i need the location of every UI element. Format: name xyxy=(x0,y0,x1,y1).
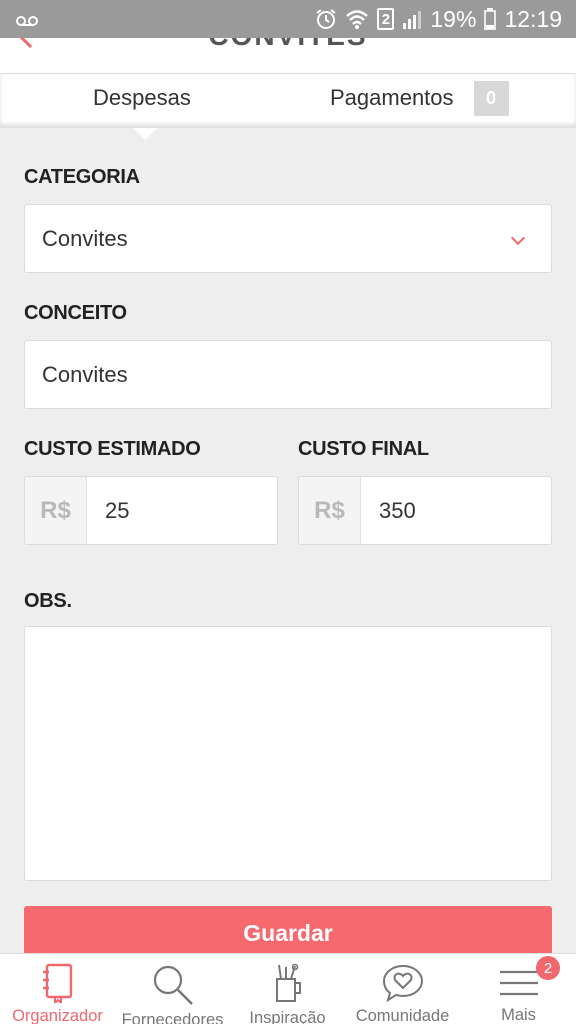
clock-time: 12:19 xyxy=(504,5,562,32)
conceito-value: Convites xyxy=(42,361,128,387)
categoria-value: Convites xyxy=(42,225,128,251)
voicemail-icon xyxy=(16,6,38,33)
custo-estimado-field[interactable]: R$ 25 xyxy=(24,476,278,545)
custo-estimado-label: CUSTO ESTIMADO xyxy=(24,438,201,460)
battery-percent: 19% xyxy=(430,5,477,32)
custo-final-label: CUSTO FINAL xyxy=(298,438,429,460)
wifi-icon xyxy=(345,8,369,30)
currency-prefix: R$ xyxy=(299,477,361,544)
status-bar: 2 19% 12:19 xyxy=(0,0,576,38)
tab-bar: Despesas Pagamentos 0 xyxy=(0,74,576,128)
active-tab-indicator xyxy=(133,128,157,140)
bottom-navigation: Organizador Fornecedores Inspiração Comu… xyxy=(0,953,576,1024)
notification-badge: 2 xyxy=(536,956,560,980)
menu-icon xyxy=(498,963,540,1002)
nav-mais[interactable]: Mais 2 xyxy=(461,954,576,1024)
nav-mais-label: Mais xyxy=(501,1006,536,1024)
custo-final-field[interactable]: R$ 350 xyxy=(298,476,552,545)
currency-prefix: R$ xyxy=(25,477,87,544)
nav-fornecedores[interactable]: Fornecedores xyxy=(115,954,230,1024)
conceito-input[interactable]: Convites xyxy=(24,340,552,409)
conceito-label: CONCEITO xyxy=(24,302,127,324)
tab-despesas-label: Despesas xyxy=(93,85,191,110)
nav-fornecedores-label: Fornecedores xyxy=(121,1011,224,1024)
screen: 2 19% 12:19 CONVITES Despesas Pagamentos… xyxy=(0,0,576,1024)
categoria-select[interactable]: Convites xyxy=(24,204,552,273)
categoria-label: CATEGORIA xyxy=(24,166,140,188)
nav-organizador-label: Organizador xyxy=(12,1007,103,1024)
signal-icon xyxy=(402,9,422,29)
nav-comunidade-label: Comunidade xyxy=(355,1007,450,1024)
search-icon xyxy=(151,963,195,1007)
app-toolbar: CONVITES xyxy=(0,38,576,74)
tab-despesas[interactable]: Despesas xyxy=(93,78,191,118)
page-title: CONVITES xyxy=(0,38,576,52)
tab-pagamentos[interactable]: Pagamentos 0 xyxy=(330,78,509,118)
alarm-icon xyxy=(315,8,337,30)
custo-final-input[interactable]: 350 xyxy=(361,477,551,544)
notebook-icon xyxy=(41,963,75,1003)
tab-pagamentos-label: Pagamentos xyxy=(330,85,454,110)
nav-inspiracao-label: Inspiração xyxy=(249,1009,326,1024)
cup-icon xyxy=(271,963,305,1005)
chat-heart-icon xyxy=(382,963,424,1003)
obs-textarea[interactable] xyxy=(24,626,552,881)
nav-inspiracao[interactable]: Inspiração xyxy=(230,954,345,1024)
obs-label: OBS. xyxy=(24,590,72,612)
sim-icon: 2 xyxy=(377,8,395,30)
nav-organizador[interactable]: Organizador xyxy=(0,954,115,1024)
chevron-down-icon xyxy=(510,230,526,246)
pagamentos-count-badge: 0 xyxy=(473,80,509,116)
custo-estimado-input[interactable]: 25 xyxy=(87,477,277,544)
nav-comunidade[interactable]: Comunidade xyxy=(345,954,460,1024)
battery-icon xyxy=(484,8,497,30)
